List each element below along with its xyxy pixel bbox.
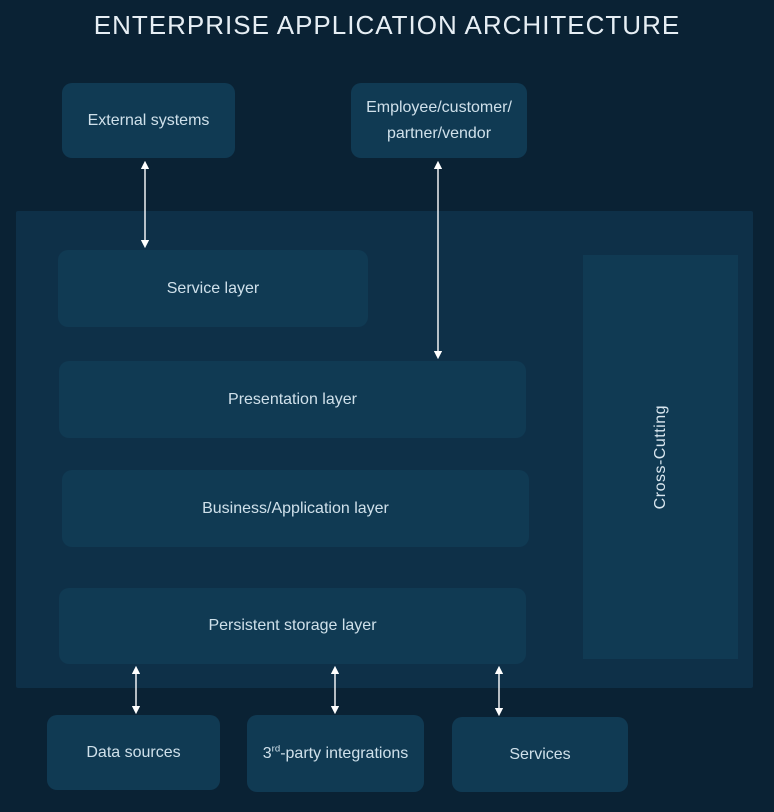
label-users: Employee/customer/ partner/vendor <box>366 95 512 146</box>
label-service-layer: Service layer <box>167 276 259 302</box>
box-external-systems: External systems <box>62 83 235 158</box>
box-users: Employee/customer/ partner/vendor <box>351 83 527 158</box>
diagram-canvas: ENTERPRISE APPLICATION ARCHITECTURE Exte… <box>0 0 774 812</box>
label-business-layer: Business/Application layer <box>202 496 389 522</box>
diagram-title: ENTERPRISE APPLICATION ARCHITECTURE <box>0 10 774 41</box>
label-data-sources: Data sources <box>86 740 180 766</box>
box-persistent-layer: Persistent storage layer <box>59 588 526 664</box>
label-services: Services <box>509 742 570 768</box>
box-services: Services <box>452 717 628 792</box>
box-cross-cutting: Cross-Cutting <box>583 255 738 659</box>
box-data-sources: Data sources <box>47 715 220 790</box>
box-business-layer: Business/Application layer <box>62 470 529 547</box>
box-third-party: 3rd-party integrations <box>247 715 424 792</box>
label-third-party: 3rd-party integrations <box>263 741 409 767</box>
box-service-layer: Service layer <box>58 250 368 327</box>
label-presentation-layer: Presentation layer <box>228 387 357 413</box>
label-external-systems: External systems <box>88 108 210 134</box>
label-persistent-layer: Persistent storage layer <box>208 613 376 639</box>
label-cross-cutting: Cross-Cutting <box>652 405 670 509</box>
box-presentation-layer: Presentation layer <box>59 361 526 438</box>
